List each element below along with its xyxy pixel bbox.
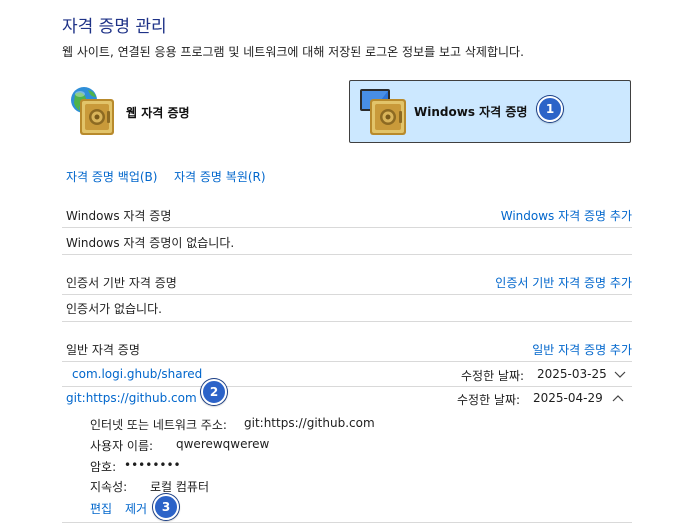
windows-empty-message: Windows 자격 증명이 없습니다.	[66, 236, 235, 250]
divider	[62, 254, 632, 255]
web-credentials-label: 웹 자격 증명	[126, 105, 190, 120]
divider	[62, 361, 632, 362]
windows-credentials-tile[interactable]: Windows 자격 증명	[349, 80, 631, 143]
modified-date: 2025-04-29	[533, 391, 603, 405]
page-subtitle: 웹 사이트, 연결된 응용 프로그램 및 네트워크에 대해 저장된 로그온 정보…	[62, 45, 524, 59]
windows-credentials-label: Windows 자격 증명	[414, 105, 528, 119]
username-label: 사용자 이름:	[90, 439, 154, 453]
add-certificate-credential-link[interactable]: 인증서 기반 자격 증명 추가	[495, 274, 632, 291]
chevron-up-icon[interactable]	[612, 394, 624, 402]
windows-section-heading: Windows 자격 증명	[66, 209, 172, 223]
add-generic-credential-link[interactable]: 일반 자격 증명 추가	[532, 341, 632, 358]
address-value: git:https://github.com	[244, 416, 375, 430]
certificate-section-heading: 인증서 기반 자격 증명	[66, 276, 177, 290]
persistence-value: 로컬 컴퓨터	[150, 480, 210, 494]
divider	[62, 227, 632, 228]
divider	[62, 522, 632, 523]
credential-item-name[interactable]: git:https://github.com	[66, 391, 197, 405]
callout-badge-3: 3	[153, 494, 179, 520]
divider	[62, 321, 632, 322]
password-value: ••••••••	[124, 458, 181, 472]
persistence-label: 지속성:	[90, 480, 128, 494]
divider	[62, 294, 632, 295]
add-windows-credential-link[interactable]: Windows 자격 증명 추가	[501, 207, 632, 224]
address-label: 인터넷 또는 네트워크 주소:	[90, 418, 227, 432]
password-label: 암호:	[90, 460, 117, 474]
username-value: qwerewqwerew	[176, 437, 270, 451]
globe-vault-icon	[66, 83, 122, 142]
generic-section-heading: 일반 자격 증명	[66, 343, 140, 357]
modified-date-label: 수정한 날짜:	[461, 369, 525, 383]
certificate-empty-message: 인증서가 없습니다.	[66, 302, 162, 316]
credential-item-name[interactable]: com.logi.ghub/shared	[72, 367, 202, 381]
edit-credential-link[interactable]: 편집	[90, 500, 112, 517]
monitor-vault-icon	[358, 83, 410, 140]
web-credentials-tile[interactable]: 웹 자격 증명	[66, 84, 316, 140]
callout-badge-2: 2	[201, 379, 227, 405]
page-title: 자격 증명 관리	[62, 17, 167, 37]
remove-credential-link[interactable]: 제거	[125, 500, 147, 517]
restore-credentials-link[interactable]: 자격 증명 복원(R)	[174, 168, 266, 185]
callout-badge-1: 1	[537, 96, 563, 122]
modified-date-label: 수정한 날짜:	[457, 393, 521, 407]
backup-credentials-link[interactable]: 자격 증명 백업(B)	[66, 168, 157, 185]
chevron-down-icon[interactable]	[614, 371, 626, 379]
modified-date: 2025-03-25	[537, 367, 607, 381]
divider	[62, 386, 632, 387]
